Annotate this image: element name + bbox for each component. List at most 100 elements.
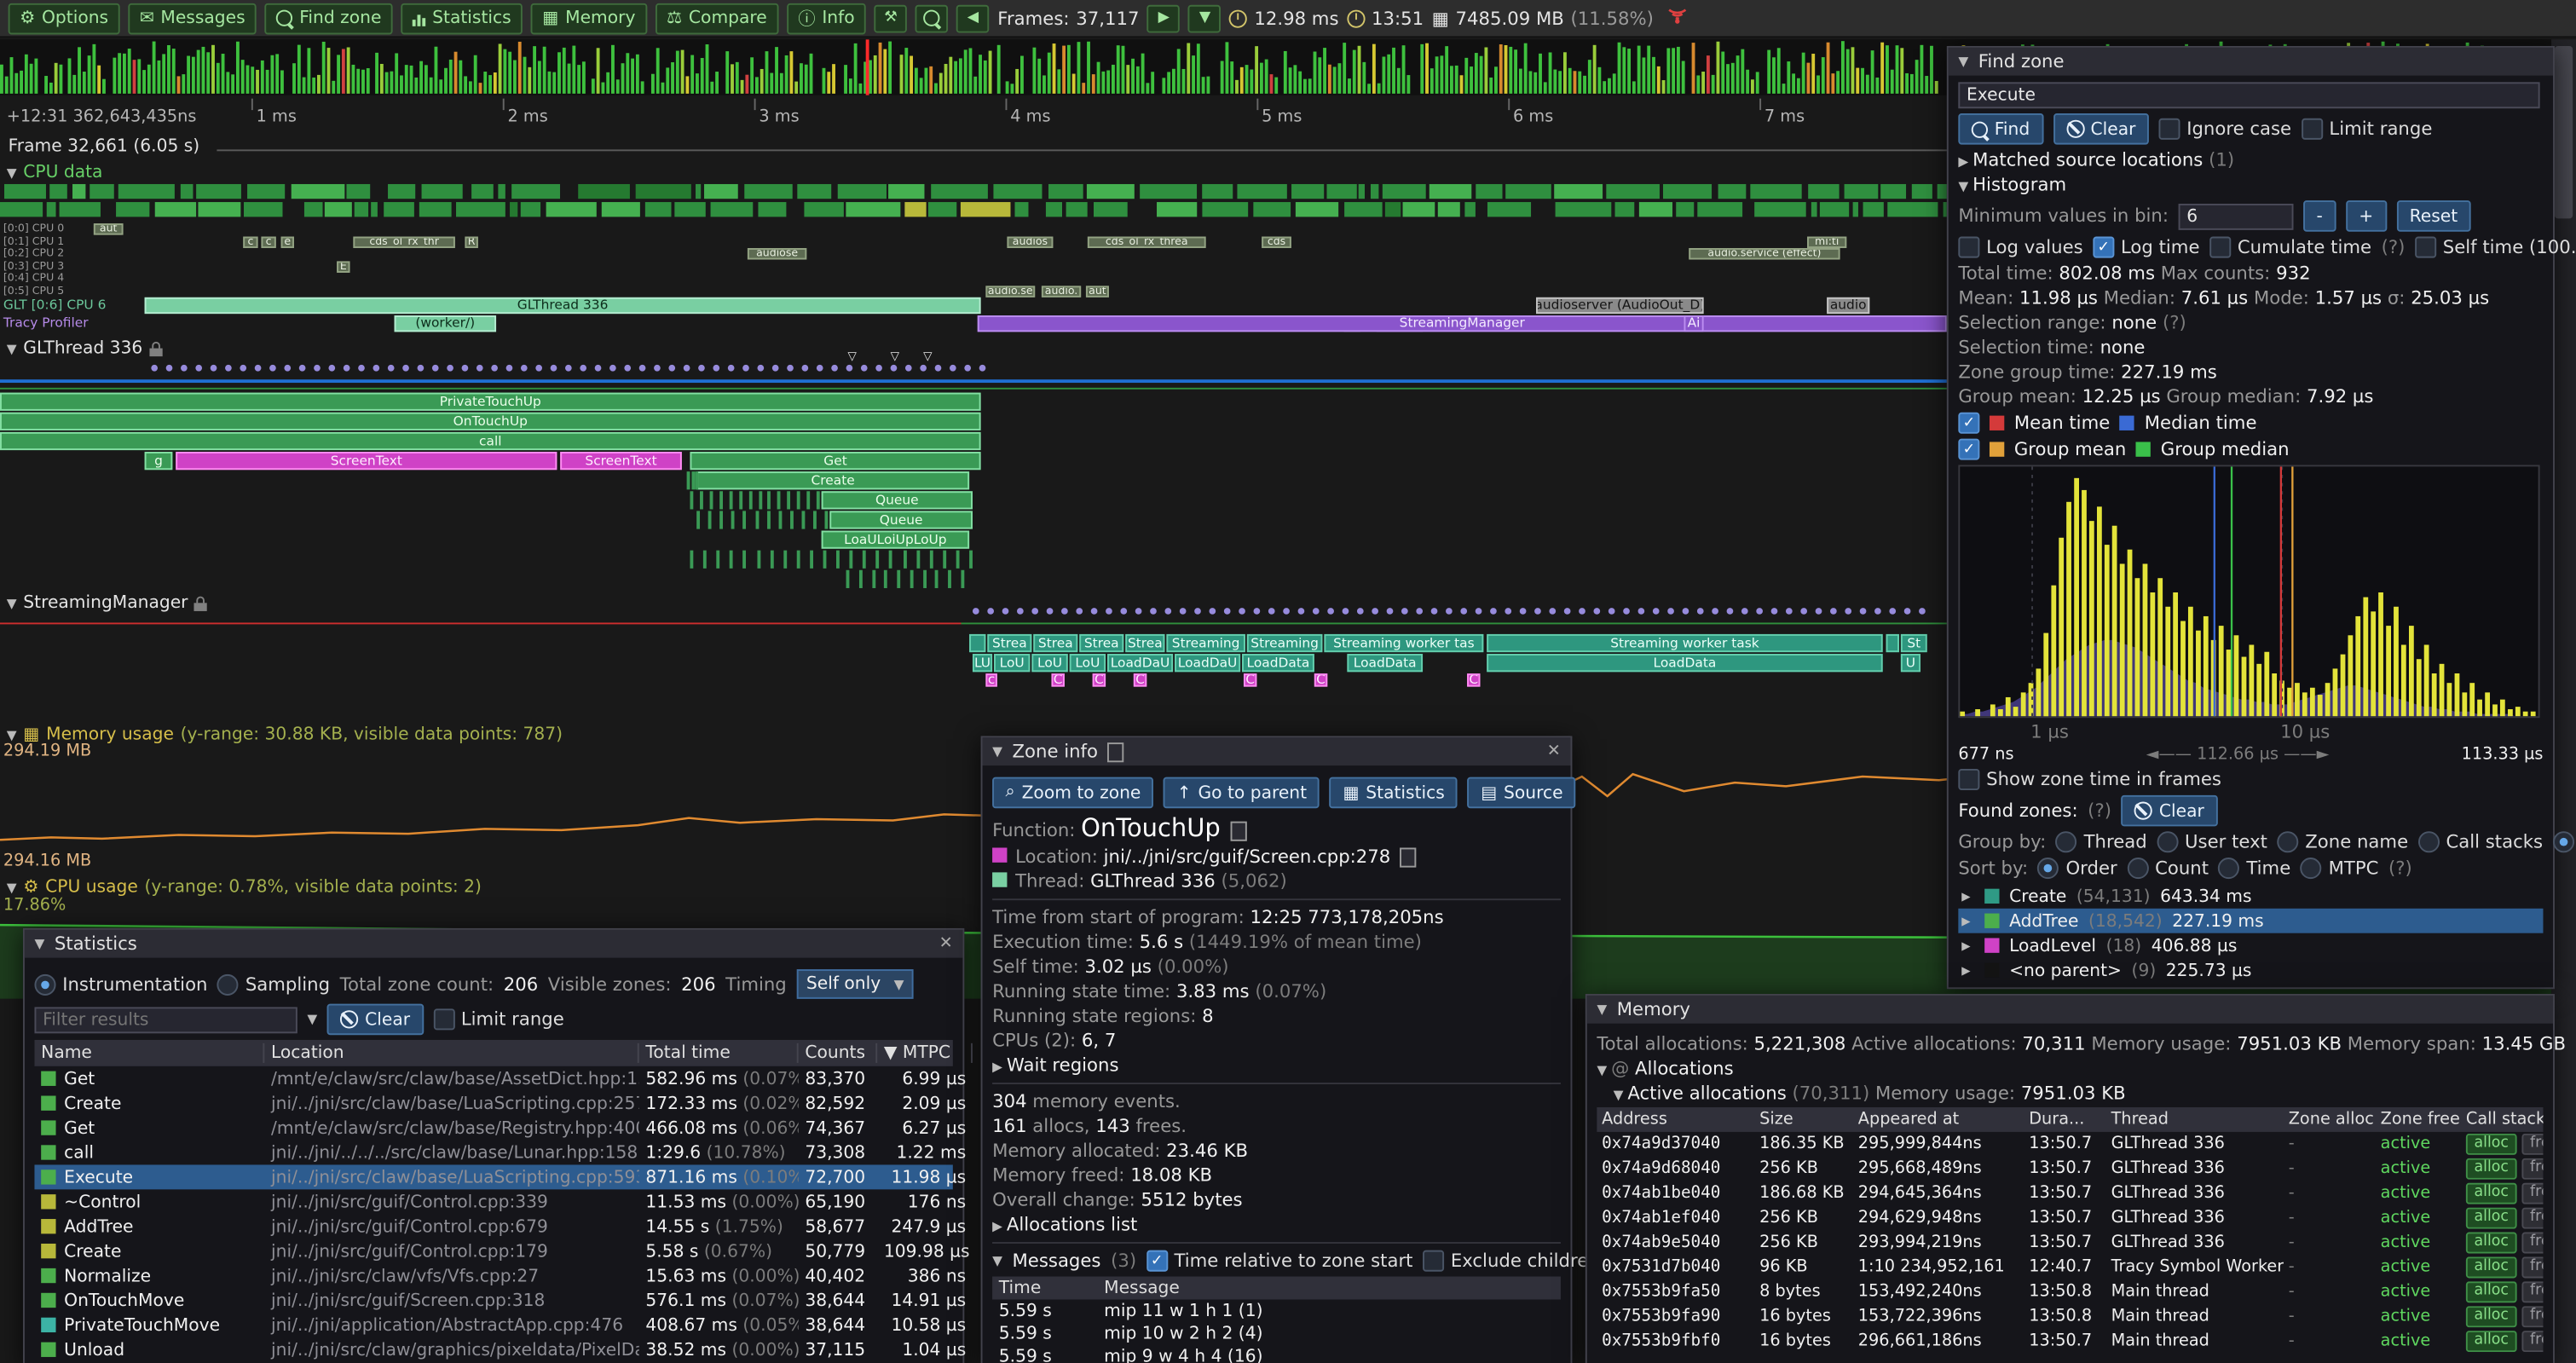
zone[interactable]: C	[1244, 673, 1256, 686]
message-row[interactable]: 5.59 smip 9 w 4 h 4 (16)	[992, 1345, 1561, 1363]
tiny-zone[interactable]	[748, 491, 752, 509]
allocations-list-toggle[interactable]: ▶ Allocations list	[992, 1214, 1561, 1235]
scrollbar-thumb[interactable]	[2555, 46, 2573, 218]
sample-dot[interactable]	[1150, 608, 1157, 615]
tiny-zone[interactable]	[910, 570, 914, 588]
tiny-zone[interactable]	[797, 491, 800, 509]
zone[interactable]: c	[261, 236, 275, 247]
zone[interactable]: C	[1314, 673, 1327, 686]
tiny-zone[interactable]	[777, 491, 781, 509]
zone[interactable]: Strea	[1125, 634, 1164, 652]
sample-dot[interactable]	[1609, 608, 1615, 615]
group-by-call-stacks[interactable]: Call stacks	[2418, 831, 2543, 852]
tiny-zone[interactable]	[720, 511, 724, 528]
sample-dot[interactable]	[1061, 608, 1068, 615]
sample-dot[interactable]	[181, 365, 188, 372]
toolbar-button-find-zone[interactable]: Find zone	[265, 3, 393, 34]
zone[interactable]: StreamingManager	[978, 315, 1947, 331]
sample-dot[interactable]	[787, 365, 794, 372]
zone[interactable]: (worker/)	[395, 315, 496, 331]
sample-dot[interactable]	[891, 365, 898, 372]
sample-dot[interactable]	[373, 365, 379, 372]
sample-dot[interactable]	[1460, 608, 1467, 615]
collapse-icon[interactable]: ▼	[992, 744, 1002, 759]
sample-dot[interactable]	[580, 365, 586, 372]
prev-frame-button[interactable]: ◀	[956, 4, 990, 32]
allocation-row[interactable]: 0x7531d7b04096 KB1:10 234,952,16112:40.7…	[1597, 1255, 2543, 1279]
column-header-thread[interactable]: Thread	[2106, 1111, 2284, 1129]
sample-dot[interactable]	[1697, 608, 1704, 615]
find-zone-titlebar[interactable]: ▼ Find zone	[1949, 48, 2553, 76]
zone[interactable]: audio	[1827, 297, 1869, 314]
tiny-zone[interactable]	[956, 551, 959, 569]
table-row[interactable]: Normalizejni/../jni/src/claw/vfs/Vfs.cpp…	[34, 1263, 952, 1288]
checkbox[interactable]	[433, 1008, 454, 1030]
table-row[interactable]: ~Controljni/../jni/src/guif/Control.cpp:…	[34, 1189, 952, 1214]
collapse-icon[interactable]: ▼	[34, 937, 44, 951]
sample-dot[interactable]	[935, 365, 942, 372]
sample-dot[interactable]	[1357, 608, 1364, 615]
free-callstack-button[interactable]: free	[2521, 1158, 2543, 1180]
sample-dot[interactable]	[358, 365, 365, 372]
tiny-zone[interactable]	[817, 491, 820, 509]
found-zone-group[interactable]: ▶Create (54,131) 643.34 ms	[1958, 884, 2543, 909]
sample-dot[interactable]	[1505, 608, 1511, 615]
group-by-parent[interactable]: Parent	[2553, 831, 2576, 852]
radio[interactable]	[2278, 831, 2299, 852]
alloc-callstack-button[interactable]: alloc	[2466, 1134, 2517, 1155]
sample-dot[interactable]	[269, 365, 276, 372]
tiny-zone[interactable]	[889, 551, 892, 569]
tiny-zone[interactable]	[708, 511, 712, 528]
zone[interactable]: aut	[1086, 285, 1109, 296]
radio[interactable]	[2056, 831, 2077, 852]
sample-dot[interactable]	[802, 365, 809, 372]
tiny-zone[interactable]	[700, 491, 703, 509]
tiny-zone[interactable]	[810, 551, 813, 569]
sample-dot[interactable]	[1549, 608, 1556, 615]
sample-dot[interactable]	[551, 365, 557, 372]
help-icon[interactable]: (?)	[2388, 858, 2412, 879]
sample-dot[interactable]	[1120, 608, 1127, 615]
matched-locations-toggle[interactable]: ▶ Matched source locations (1)	[1958, 149, 2543, 170]
radio[interactable]	[2157, 831, 2178, 852]
clear-found-button[interactable]: Clear	[2122, 795, 2218, 827]
sample-dot[interactable]	[1520, 608, 1527, 615]
free-callstack-button[interactable]: free	[2521, 1306, 2543, 1327]
sample-dot[interactable]	[1476, 608, 1482, 615]
zone[interactable]: audios	[1007, 236, 1053, 247]
sample-dot[interactable]	[344, 365, 350, 372]
sample-dot[interactable]	[418, 365, 425, 372]
sample-dot[interactable]	[831, 365, 838, 372]
tiny-zone[interactable]	[687, 471, 690, 489]
sample-dot[interactable]	[950, 365, 956, 372]
zone[interactable]: LoU	[1031, 654, 1067, 672]
table-row[interactable]: OnTouchMovejni/../jni/src/guif/Screen.cp…	[34, 1288, 952, 1313]
column-header-location[interactable]: Location	[264, 1043, 638, 1063]
zone[interactable]: Strea	[1033, 634, 1077, 652]
checkbox[interactable]	[1958, 237, 1979, 258]
sample-dot[interactable]	[166, 365, 173, 372]
sample-dot[interactable]	[905, 365, 912, 372]
sample-dot[interactable]	[1091, 608, 1098, 615]
zone[interactable]: audio.service (effect)	[1689, 248, 1840, 259]
sample-dot[interactable]	[1135, 608, 1142, 615]
message-row[interactable]: 5.59 smip 11 w 1 h 1 (1)	[992, 1299, 1561, 1322]
sample-dot[interactable]	[846, 365, 853, 372]
toolbar-button-options[interactable]: ⚙Options	[9, 3, 120, 34]
zone[interactable]: Streaming	[1247, 634, 1323, 652]
checkbox[interactable]: ✓	[1958, 413, 1979, 434]
zone[interactable]: LoadData	[1347, 654, 1423, 672]
zone[interactable]: call	[0, 432, 981, 450]
zone[interactable]: GLThread 336	[145, 297, 981, 314]
sample-dot[interactable]	[1845, 608, 1851, 615]
sample-dot[interactable]	[817, 365, 823, 372]
column-header-appeared-at[interactable]: Appeared at	[1853, 1111, 2024, 1129]
table-row[interactable]: Get/mnt/e/claw/src/claw/base/AssetDict.h…	[34, 1066, 952, 1091]
sample-dot[interactable]	[565, 365, 572, 372]
tiny-zone[interactable]	[846, 570, 850, 588]
sample-dot[interactable]	[1623, 608, 1630, 615]
sample-dot[interactable]	[595, 365, 602, 372]
sample-dot[interactable]	[609, 365, 616, 372]
zone[interactable]: LU	[973, 654, 992, 672]
tiny-zone[interactable]	[690, 551, 693, 569]
